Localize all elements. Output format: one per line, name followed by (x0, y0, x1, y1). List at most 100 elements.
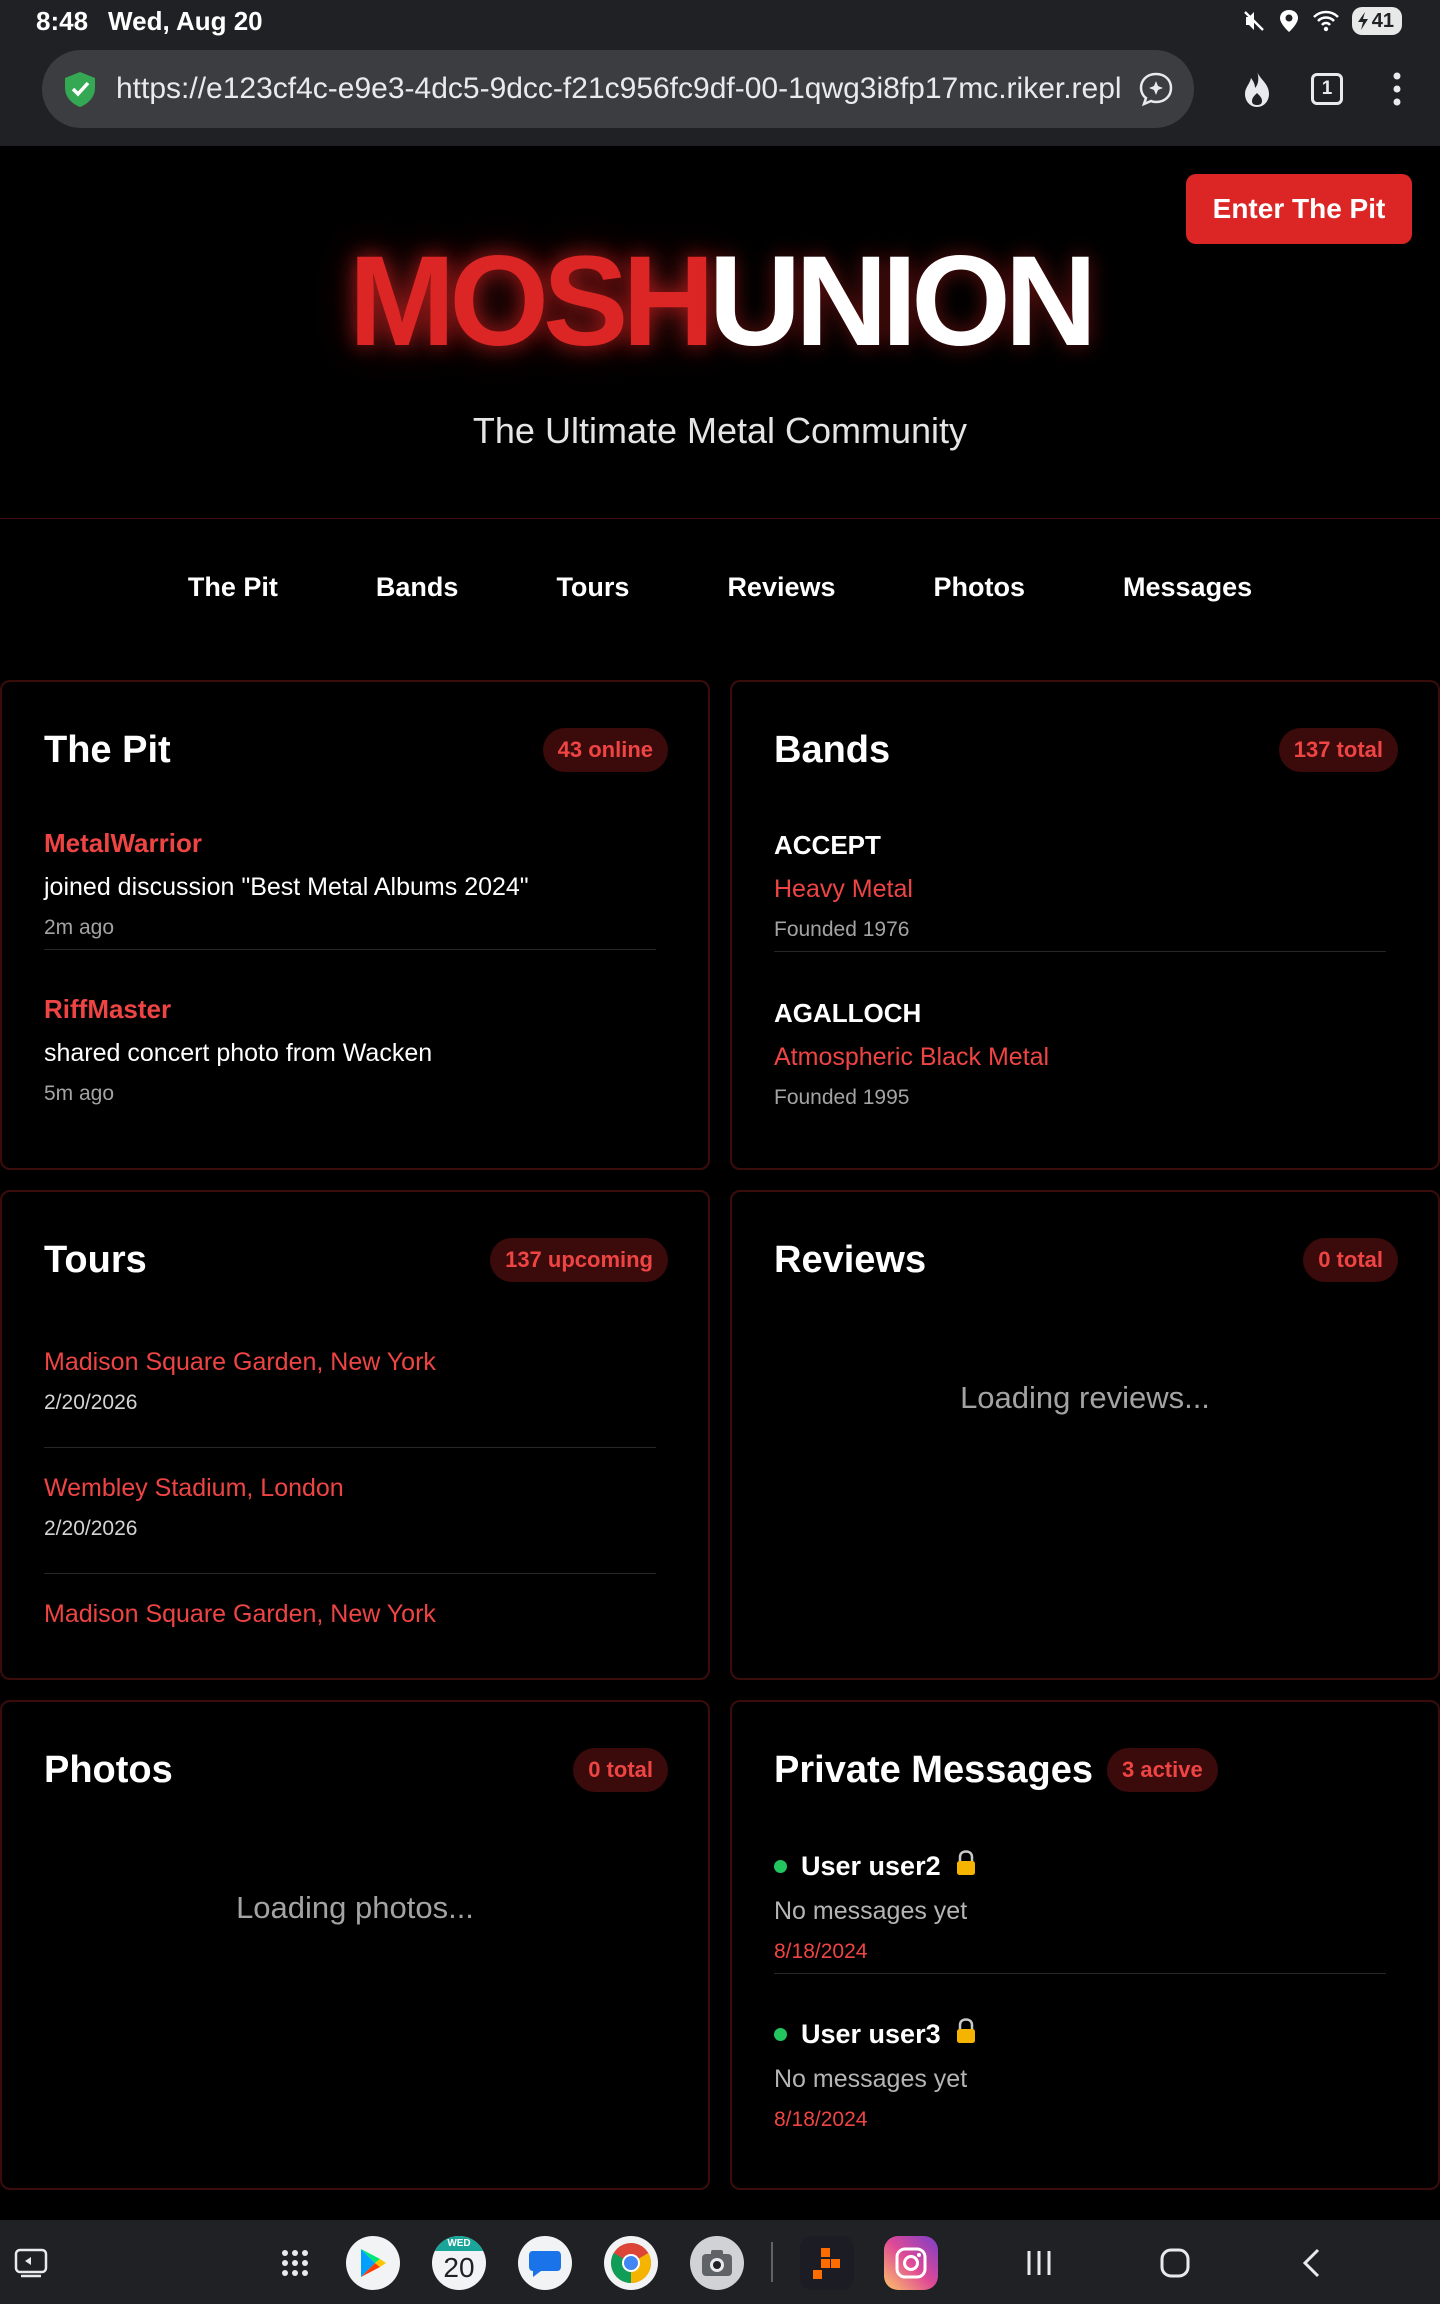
recents-nav-icon[interactable] (1012, 2236, 1066, 2290)
messages-active-badge: 3 active (1106, 1748, 1218, 1792)
calendar-icon[interactable]: WED 20 (432, 2236, 486, 2290)
band-name[interactable]: ACCEPT (774, 830, 1386, 861)
bands-title: Bands (774, 728, 891, 771)
more-menu-icon[interactable] (1372, 64, 1422, 114)
conversation-item[interactable]: User user3 No messages yet 8/18/2024 (774, 2018, 1386, 2132)
band-item[interactable]: AGALLOCH Atmospheric Black Metal Founded… (774, 998, 1386, 1110)
lock-icon (955, 1850, 977, 1883)
flame-icon[interactable] (1232, 64, 1282, 114)
nav-photos[interactable]: Photos (934, 572, 1026, 603)
photos-total-badge: 0 total (573, 1748, 668, 1792)
photos-title: Photos (44, 1748, 173, 1791)
site-tagline: The Ultimate Metal Community (472, 410, 968, 451)
band-founded: Founded 1976 (774, 918, 910, 941)
calendar-day: WED (432, 2236, 486, 2251)
pit-online-badge: 43 online (542, 728, 668, 772)
instagram-icon[interactable] (884, 2236, 938, 2290)
messages-title: Private Messages (774, 1748, 1093, 1791)
activity-user[interactable]: RiffMaster (44, 994, 656, 1025)
camera-icon[interactable] (690, 2236, 744, 2290)
tours-upcoming-badge: 137 upcoming (490, 1238, 668, 1282)
photos-card: Photos 0 total Loading photos... (0, 1700, 710, 2190)
online-status-dot (774, 2028, 787, 2041)
home-nav-icon[interactable] (1148, 2236, 1202, 2290)
band-name[interactable]: AGALLOCH (774, 998, 1386, 1029)
shield-check-icon (60, 69, 100, 109)
location-icon (1278, 9, 1300, 33)
activity-user[interactable]: MetalWarrior (44, 828, 656, 859)
bands-total-badge: 137 total (1278, 728, 1398, 772)
activity-time: 2m ago (44, 916, 115, 939)
tour-item[interactable]: Madison Square Garden, New York (44, 1600, 656, 1629)
band-item[interactable]: ACCEPT Heavy Metal Founded 1976 (774, 830, 1386, 952)
activity-item[interactable]: MetalWarrior joined discussion "Best Met… (44, 828, 656, 950)
url-text[interactable]: https://e123cf4c-e9e3-4dc5-9dcc-f21c956f… (116, 72, 1122, 106)
online-status-dot (774, 1860, 787, 1873)
status-date: Wed, Aug 20 (108, 5, 263, 36)
activity-item[interactable]: RiffMaster shared concert photo from Wac… (44, 994, 656, 1106)
tab-count: 1 (1311, 73, 1343, 105)
conversation-date: 8/18/2024 (774, 2108, 868, 2131)
dock-divider (771, 2242, 773, 2282)
reviews-loading: Loading reviews... (960, 1380, 1210, 1415)
tour-date: 2/20/2026 (44, 1391, 138, 1414)
tour-item[interactable]: Madison Square Garden, New York 2/20/202… (44, 1348, 656, 1448)
tours-title: Tours (44, 1238, 147, 1281)
tours-card: Tours 137 upcoming Madison Square Garden… (0, 1190, 710, 1680)
conversation-item[interactable]: User user2 No messages yet 8/18/2024 (774, 1850, 1386, 1974)
band-genre: Heavy Metal (774, 875, 913, 903)
reviews-card: Reviews 0 total Loading reviews... (730, 1190, 1440, 1680)
logo-union: UNION (708, 230, 1097, 373)
nav-reviews[interactable]: Reviews (727, 572, 835, 603)
battery-icon: 41 (1351, 7, 1402, 35)
activity-time: 5m ago (44, 1082, 115, 1105)
messages-card: Private Messages 3 active User user2 No … (730, 1700, 1440, 2190)
conversation-preview: No messages yet (774, 2065, 968, 2093)
conversation-date: 8/18/2024 (774, 1940, 868, 1963)
messages-app-icon[interactable] (518, 2236, 572, 2290)
nav-messages[interactable]: Messages (1123, 572, 1252, 603)
tour-venue[interactable]: Madison Square Garden, New York (44, 1600, 656, 1629)
tour-date: 2/20/2026 (44, 1517, 138, 1540)
activity-text: joined discussion "Best Metal Albums 202… (44, 873, 529, 901)
site-logo[interactable]: MOSHUNION (0, 232, 1440, 372)
pit-card: The Pit 43 online MetalWarrior joined di… (0, 680, 710, 1170)
photos-loading: Loading photos... (236, 1890, 474, 1925)
tour-item[interactable]: Wembley Stadium, London 2/20/2026 (44, 1474, 656, 1574)
tour-venue[interactable]: Wembley Stadium, London (44, 1474, 656, 1503)
nav-bands[interactable]: Bands (376, 572, 459, 603)
play-store-icon[interactable] (346, 2236, 400, 2290)
status-time: 8:48 (36, 5, 89, 36)
back-nav-icon[interactable] (1284, 2236, 1338, 2290)
status-bar: 8:48 Wed, Aug 20 41 (0, 0, 1440, 42)
conversation-user[interactable]: User user2 (801, 1851, 941, 1882)
address-bar[interactable]: https://e123cf4c-e9e3-4dc5-9dcc-f21c956f… (42, 50, 1194, 128)
app-drawer-icon[interactable] (268, 2236, 322, 2290)
pit-title: The Pit (44, 728, 171, 771)
tour-venue[interactable]: Madison Square Garden, New York (44, 1348, 656, 1377)
wifi-icon (1312, 9, 1340, 33)
conversation-preview: No messages yet (774, 1897, 968, 1925)
recent-app-icon[interactable] (800, 2236, 854, 2290)
bands-card: Bands 137 total ACCEPT Heavy Metal Found… (730, 680, 1440, 1170)
logo-mosh: MOSH (348, 230, 715, 373)
nav-tours[interactable]: Tours (556, 572, 629, 603)
band-genre: Atmospheric Black Metal (774, 1043, 1050, 1071)
reviews-total-badge: 0 total (1303, 1238, 1398, 1282)
assistant-icon[interactable] (1136, 69, 1176, 109)
mute-icon (1242, 9, 1266, 33)
main-nav: The Pit Bands Tours Reviews Photos Messa… (0, 572, 1440, 603)
page-content: Enter The Pit MOSHUNION The Ultimate Met… (0, 146, 1440, 2220)
browser-toolbar: https://e123cf4c-e9e3-4dc5-9dcc-f21c956f… (0, 42, 1440, 146)
conversation-user[interactable]: User user3 (801, 2019, 941, 2050)
taskbar-toggle-icon[interactable] (4, 2236, 58, 2290)
battery-level: 41 (1371, 9, 1394, 32)
tab-switcher-button[interactable]: 1 (1302, 64, 1352, 114)
system-nav-bar: WED 20 (0, 2220, 1440, 2304)
nav-the-pit[interactable]: The Pit (188, 572, 278, 603)
activity-text: shared concert photo from Wacken (44, 1039, 433, 1067)
chrome-icon[interactable] (604, 2236, 658, 2290)
band-founded: Founded 1995 (774, 1086, 910, 1109)
calendar-date: 20 (443, 2252, 475, 2283)
lock-icon (955, 2018, 977, 2051)
